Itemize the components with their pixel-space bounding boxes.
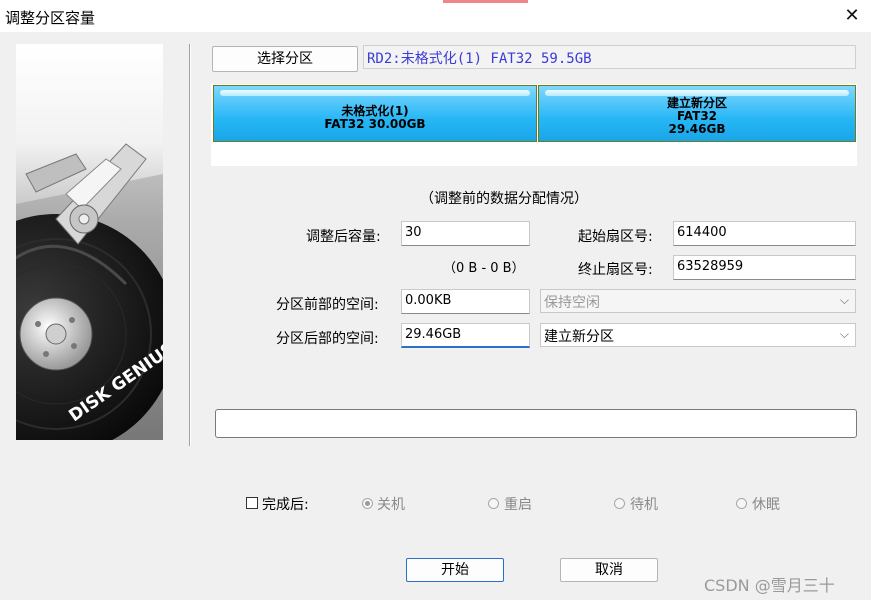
cancel-button[interactable]: 取消: [560, 558, 658, 582]
vertical-divider: [189, 44, 191, 446]
select-value: 保持空闲: [544, 295, 600, 311]
window-title: 调整分区容量: [5, 9, 96, 27]
radio-hibernate-label: 休眠: [752, 497, 780, 513]
segment-fs: FAT32 30.00GB: [324, 117, 426, 131]
range-hint: （0 B - 0 B）: [443, 261, 525, 276]
start-sector-input[interactable]: 614400: [673, 221, 856, 246]
end-sector-label: 终止扇区号:: [578, 262, 653, 278]
allocation-caption: （调整前的数据分配情况）: [420, 191, 588, 207]
before-space-label: 分区前部的空间:: [276, 297, 379, 313]
partition-path-field: RD2:未格式化(1) FAT32 59.5GB: [363, 45, 856, 69]
radio-restart[interactable]: [488, 498, 499, 509]
select-partition-button[interactable]: 选择分区: [212, 46, 358, 72]
resize-input[interactable]: 30: [401, 221, 530, 246]
hard-disk-illustration: DISK GENIUS: [16, 44, 163, 440]
chevron-down-icon: ⌵: [839, 293, 849, 307]
select-value: 建立新分区: [544, 329, 614, 345]
progress-bar: [215, 409, 857, 438]
after-completion-checkbox[interactable]: [246, 497, 258, 509]
radio-standby-label: 待机: [630, 497, 658, 513]
title-accent-strip: [443, 0, 528, 3]
radio-standby[interactable]: [614, 498, 625, 509]
segment-shine: [220, 90, 530, 96]
title-bar: [0, 0, 871, 32]
after-completion-label: 完成后:: [262, 497, 309, 513]
watermark: CSDN @雪月三十: [704, 576, 835, 595]
before-space-input[interactable]: 0.00KB: [401, 289, 530, 314]
before-space-action-select: 保持空闲 ⌵: [540, 289, 856, 313]
resize-label: 调整后容量:: [306, 229, 381, 245]
partition-segment-new[interactable]: 建立新分区 FAT32 29.46GB: [538, 85, 856, 142]
radio-hibernate[interactable]: [736, 498, 747, 509]
start-sector-label: 起始扇区号:: [578, 229, 653, 245]
after-space-action-select[interactable]: 建立新分区 ⌵: [540, 323, 856, 347]
start-button[interactable]: 开始: [406, 558, 504, 582]
close-icon[interactable]: ✕: [840, 3, 864, 29]
disk-genius-graphic: DISK GENIUS: [16, 44, 163, 440]
radio-restart-label: 重启: [504, 497, 532, 513]
end-sector-input[interactable]: 63528959: [673, 255, 856, 280]
radio-shutdown-label: 关机: [377, 497, 405, 513]
after-space-label: 分区后部的空间:: [276, 331, 379, 347]
radio-shutdown[interactable]: [362, 498, 373, 509]
chevron-down-icon: ⌵: [839, 327, 849, 341]
partition-segment-unformatted[interactable]: 未格式化(1) FAT32 30.00GB: [213, 85, 537, 142]
segment-size: 29.46GB: [668, 122, 726, 136]
after-space-input[interactable]: 29.46GB: [401, 323, 530, 348]
